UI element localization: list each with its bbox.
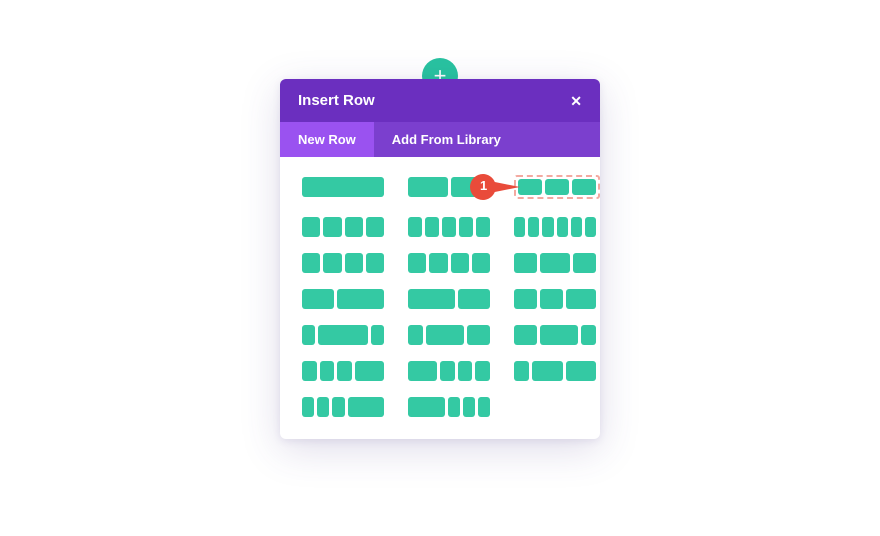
layout-col: [366, 217, 384, 237]
panel-header: Insert Row ✕: [280, 79, 600, 122]
layout-col: [440, 361, 455, 381]
layout-col: [408, 289, 455, 309]
layout-col: [348, 397, 385, 417]
layout-col: [345, 253, 363, 273]
layout-col: [318, 325, 369, 345]
panel-title: Insert Row: [298, 92, 375, 109]
layout-col: [355, 361, 384, 381]
layout-col: [320, 361, 335, 381]
layout-option-13[interactable]: [408, 325, 490, 345]
layout-col: [540, 325, 578, 345]
layout-col: [572, 179, 596, 195]
layout-col: [540, 289, 563, 309]
layout-col: [472, 253, 490, 273]
layout-col: [371, 325, 384, 345]
layout-col: [514, 253, 537, 273]
layout-option-19[interactable]: [408, 397, 490, 417]
layout-col: [337, 361, 352, 381]
layout-col: [302, 253, 320, 273]
layout-col: [545, 179, 569, 195]
layout-col: [429, 253, 447, 273]
layout-col: [408, 325, 423, 345]
layout-col: [442, 217, 456, 237]
layout-col: [540, 253, 570, 273]
layout-col: [514, 217, 525, 237]
tab-new-row[interactable]: New Row: [280, 122, 374, 157]
layout-col: [408, 217, 422, 237]
layout-col: [323, 253, 341, 273]
layout-col: [476, 217, 490, 237]
layout-col: [448, 397, 460, 417]
layout-col: [317, 397, 329, 417]
layout-col: [478, 397, 490, 417]
layout-option-15[interactable]: [302, 361, 384, 381]
layout-col: [532, 361, 562, 381]
layout-option-5[interactable]: [514, 217, 596, 237]
layout-col: [518, 179, 542, 195]
layout-option-14[interactable]: [514, 325, 596, 345]
layout-col: [571, 217, 582, 237]
layout-col: [408, 253, 426, 273]
layout-option-2[interactable]: 1: [514, 175, 600, 199]
layout-col: [408, 397, 445, 417]
layout-option-12[interactable]: [302, 325, 384, 345]
layout-col: [566, 289, 596, 309]
tabs: New Row Add From Library: [280, 122, 600, 157]
layout-col: [302, 217, 320, 237]
layout-col: [514, 289, 537, 309]
close-icon[interactable]: ✕: [570, 94, 582, 108]
layout-col: [302, 361, 317, 381]
layout-col: [302, 289, 334, 309]
layout-col: [475, 361, 490, 381]
layout-col: [459, 217, 473, 237]
layout-col: [323, 217, 341, 237]
layout-grid: 1: [302, 177, 578, 417]
layout-option-16[interactable]: [408, 361, 490, 381]
layout-col: [345, 217, 363, 237]
layout-option-6[interactable]: [302, 253, 384, 273]
panel-body: 1: [280, 157, 600, 439]
layout-col: [514, 325, 537, 345]
layout-col: [302, 325, 315, 345]
layout-col: [585, 217, 596, 237]
layout-col: [451, 253, 469, 273]
layout-col: [557, 217, 568, 237]
layout-col: [337, 289, 384, 309]
layout-option-11[interactable]: [514, 289, 596, 309]
layout-col: [463, 397, 475, 417]
layout-col: [566, 361, 596, 381]
layout-option-7[interactable]: [408, 253, 490, 273]
layout-col: [408, 361, 437, 381]
layout-col: [542, 217, 553, 237]
layout-col: [451, 177, 491, 197]
layout-col: [514, 361, 529, 381]
layout-option-0[interactable]: [302, 177, 384, 197]
layout-option-10[interactable]: [408, 289, 490, 309]
layout-col: [425, 217, 439, 237]
layout-col: [458, 289, 490, 309]
layout-col: [408, 177, 448, 197]
layout-col: [426, 325, 464, 345]
layout-option-1[interactable]: [408, 177, 490, 197]
layout-col: [302, 177, 384, 197]
layout-col: [581, 325, 596, 345]
layout-col: [467, 325, 490, 345]
layout-option-8[interactable]: [514, 253, 596, 273]
tab-add-from-library[interactable]: Add From Library: [374, 122, 519, 157]
layout-col: [573, 253, 596, 273]
layout-col: [366, 253, 384, 273]
layout-col: [302, 397, 314, 417]
layout-col: [458, 361, 473, 381]
layout-col: [528, 217, 539, 237]
insert-row-panel: Insert Row ✕ New Row Add From Library 1: [280, 79, 600, 439]
layout-option-18[interactable]: [302, 397, 384, 417]
layout-col: [332, 397, 344, 417]
layout-option-4[interactable]: [408, 217, 490, 237]
layout-option-17[interactable]: [514, 361, 596, 381]
layout-option-3[interactable]: [302, 217, 384, 237]
layout-option-9[interactable]: [302, 289, 384, 309]
